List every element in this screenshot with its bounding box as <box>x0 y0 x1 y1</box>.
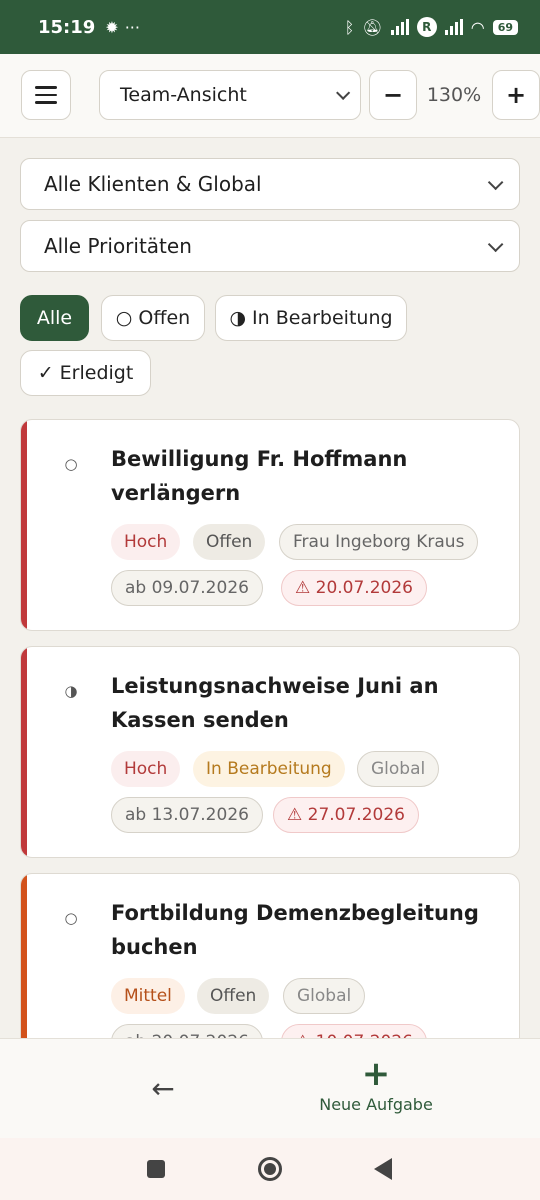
weather-icon: ✹ <box>105 17 119 37</box>
client-filter-value: Alle Klienten & Global <box>44 172 262 196</box>
task-card[interactable]: ◑ Leistungsnachweise Juni an Kassen send… <box>20 646 520 858</box>
status-bar: 15:19 ✹ ··· ᛒ 🔕︎ R ◠ 69 <box>0 0 540 54</box>
bottom-nav: ← + Neue Aufgabe <box>0 1038 540 1138</box>
zoom-in-button[interactable]: + <box>492 70 540 120</box>
bluetooth-icon: ᛒ <box>344 17 355 37</box>
due-date-badge: ⚠ 27.07.2026 <box>273 797 419 833</box>
task-card[interactable]: ○ Fortbildung Demenzbegleitung buchen Mi… <box>20 873 520 1038</box>
status-badge: Offen <box>193 524 266 560</box>
zoom-level: 130% <box>426 84 482 106</box>
new-task-label: Neue Aufgabe <box>319 1095 433 1114</box>
start-date-badge: ab 09.07.2026 <box>111 570 263 606</box>
priority-stripe <box>21 420 27 630</box>
status-time: 15:19 <box>38 16 96 38</box>
system-nav-bar <box>0 1138 540 1200</box>
task-title: Bewilligung Fr. Hoffmann verlängern <box>111 447 408 505</box>
recents-icon[interactable] <box>147 1160 165 1178</box>
back-arrow-icon[interactable]: ← <box>146 1071 180 1105</box>
signal-icon <box>444 19 463 35</box>
status-badge: Offen <box>197 978 270 1014</box>
mute-icon: 🔕︎ <box>362 17 383 37</box>
client-badge: Global <box>283 978 366 1014</box>
signal-icon <box>390 19 409 35</box>
client-filter-select[interactable]: Alle Klienten & Global <box>20 158 520 210</box>
system-back-icon[interactable] <box>374 1158 392 1180</box>
priority-badge: Mittel <box>111 978 185 1014</box>
chevron-down-icon <box>487 236 504 252</box>
r-icon: R <box>416 17 437 37</box>
priority-stripe <box>21 874 27 1038</box>
start-date-badge: ab 20.07.2026 <box>111 1024 263 1038</box>
priority-filter-value: Alle Prioritäten <box>44 234 192 258</box>
battery-icon: 69 <box>492 19 518 35</box>
new-task-button[interactable]: + Neue Aufgabe <box>306 1057 446 1114</box>
status-in-progress-icon[interactable]: ◑ <box>63 682 79 700</box>
client-badge: Global <box>357 751 440 787</box>
priority-badge: Hoch <box>111 751 181 787</box>
chevron-down-icon <box>487 174 504 190</box>
task-title: Fortbildung Demenzbegleitung buchen <box>111 901 479 959</box>
status-pill-in-progress[interactable]: ◑ In Bearbeitung <box>215 295 407 341</box>
task-list: ○ Bewilligung Fr. Hoffmann verlängern Ho… <box>0 400 540 1038</box>
home-icon[interactable] <box>258 1157 282 1181</box>
top-toolbar: Team-Ansicht − 130% + <box>0 54 540 138</box>
menu-button[interactable] <box>21 70 71 120</box>
priority-stripe <box>21 647 27 857</box>
priority-filter-select[interactable]: Alle Prioritäten <box>20 220 520 272</box>
task-title: Leistungsnachweise Juni an Kassen senden <box>111 674 439 732</box>
due-date-badge: ⚠ 20.07.2026 <box>281 570 427 606</box>
wifi-icon: ◠ <box>470 17 485 37</box>
status-open-icon[interactable]: ○ <box>63 909 79 927</box>
zoom-out-button[interactable]: − <box>369 70 417 120</box>
status-pill-done[interactable]: ✓ Erledigt <box>20 350 151 396</box>
status-pill-all[interactable]: Alle <box>20 295 89 341</box>
status-pill-open[interactable]: ○ Offen <box>101 295 205 341</box>
plus-icon: + <box>361 1054 391 1094</box>
view-select-value: Team-Ansicht <box>120 84 247 106</box>
client-badge: Frau Ingeborg Kraus <box>279 524 479 560</box>
priority-badge: Hoch <box>111 524 181 560</box>
chevron-down-icon <box>336 85 351 100</box>
view-select[interactable]: Team-Ansicht <box>99 70 361 120</box>
start-date-badge: ab 13.07.2026 <box>111 797 263 833</box>
task-card[interactable]: ○ Bewilligung Fr. Hoffmann verlängern Ho… <box>20 419 520 631</box>
due-date-badge: ⚠ 10.07.2026 <box>281 1024 427 1038</box>
status-open-icon[interactable]: ○ <box>63 455 79 473</box>
more-icon: ··· <box>124 17 140 37</box>
status-badge: In Bearbeitung <box>193 751 345 787</box>
